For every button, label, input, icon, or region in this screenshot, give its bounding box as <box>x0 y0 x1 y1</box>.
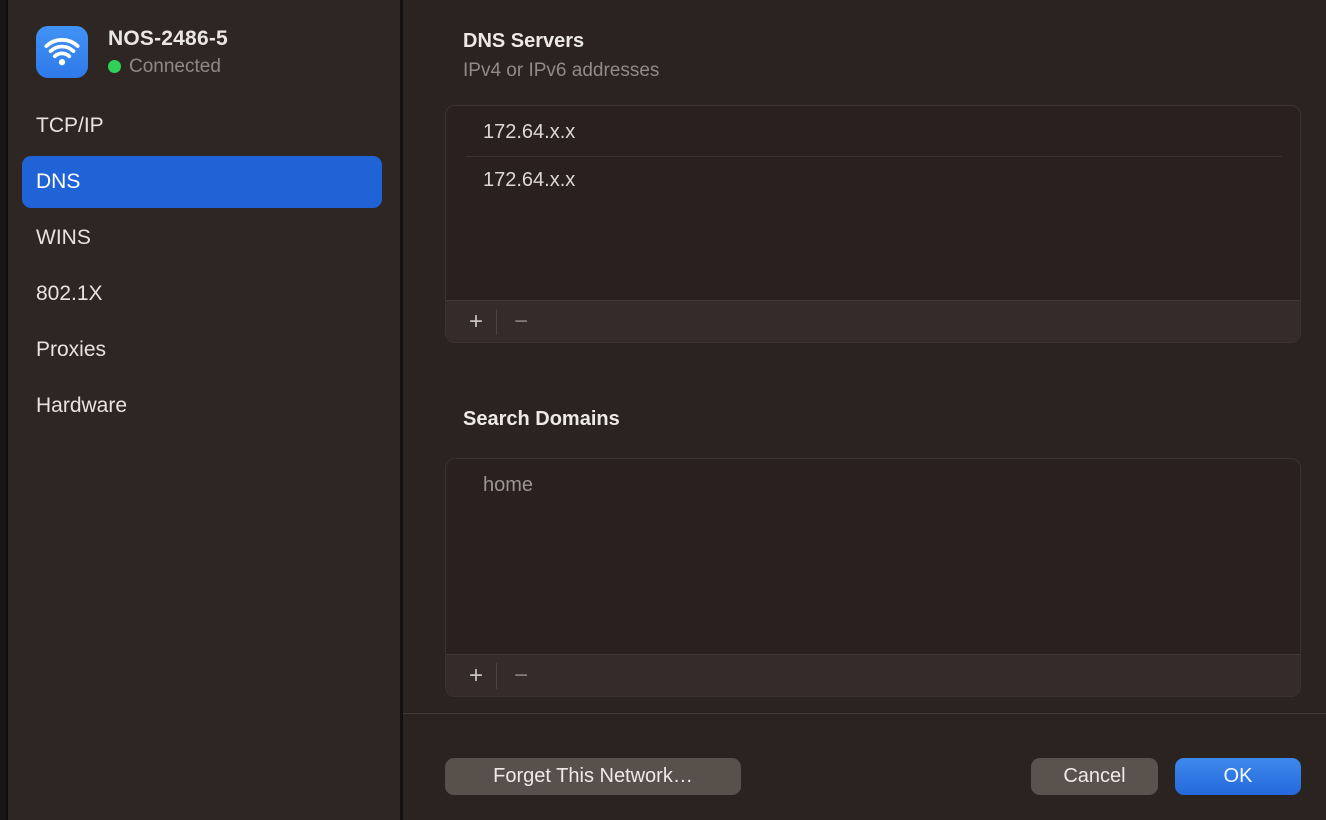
search-domains-title: Search Domains <box>463 408 620 431</box>
settings-nav: TCP/IP DNS WINS 802.1X Proxies Hardware <box>22 100 382 436</box>
status-label: Connected <box>129 56 221 78</box>
remove-search-domain-button[interactable]: − <box>497 661 545 691</box>
search-domains-list: home + − <box>445 458 1301 697</box>
remove-dns-server-button[interactable]: − <box>497 307 545 337</box>
search-domains-list-toolbar: + − <box>446 654 1300 696</box>
dns-server-entry[interactable]: 172.64.x.x <box>446 156 1300 204</box>
sidebar-item-dns[interactable]: DNS <box>22 156 382 208</box>
network-info: NOS-2486-5 Connected <box>108 27 228 78</box>
network-name: NOS-2486-5 <box>108 27 228 51</box>
dns-servers-list: 172.64.x.x 172.64.x.x + − <box>445 105 1301 343</box>
dns-servers-list-toolbar: + − <box>446 300 1300 342</box>
sidebar-item-hardware[interactable]: Hardware <box>22 380 382 432</box>
network-header: NOS-2486-5 Connected <box>36 26 228 78</box>
connection-status: Connected <box>108 56 228 78</box>
wifi-icon <box>36 26 88 78</box>
dns-server-entry[interactable]: 172.64.x.x <box>446 108 1300 156</box>
sidebar-item-proxies[interactable]: Proxies <box>22 324 382 376</box>
network-details-dialog: NOS-2486-5 Connected TCP/IP DNS WINS 802… <box>0 0 1326 820</box>
sidebar-item-8021x[interactable]: 802.1X <box>22 268 382 320</box>
window-edge-strip <box>0 0 8 820</box>
sidebar-item-wins[interactable]: WINS <box>22 212 382 264</box>
dns-servers-subtitle: IPv4 or IPv6 addresses <box>463 60 659 82</box>
footer-divider <box>403 713 1326 714</box>
dns-settings-pane: DNS Servers IPv4 or IPv6 addresses 172.6… <box>403 0 1326 820</box>
cancel-button[interactable]: Cancel <box>1031 758 1158 795</box>
ok-button[interactable]: OK <box>1175 758 1301 795</box>
search-domain-entry[interactable]: home <box>446 461 1300 509</box>
search-domains-rows: home <box>446 461 1300 509</box>
forget-network-button[interactable]: Forget This Network… <box>445 758 741 795</box>
dns-servers-title: DNS Servers <box>463 30 584 53</box>
add-search-domain-button[interactable]: + <box>456 661 496 691</box>
connected-dot-icon <box>108 60 121 73</box>
sidebar: NOS-2486-5 Connected TCP/IP DNS WINS 802… <box>8 0 400 820</box>
add-dns-server-button[interactable]: + <box>456 307 496 337</box>
dns-servers-rows: 172.64.x.x 172.64.x.x <box>446 108 1300 204</box>
sidebar-item-tcpip[interactable]: TCP/IP <box>22 100 382 152</box>
